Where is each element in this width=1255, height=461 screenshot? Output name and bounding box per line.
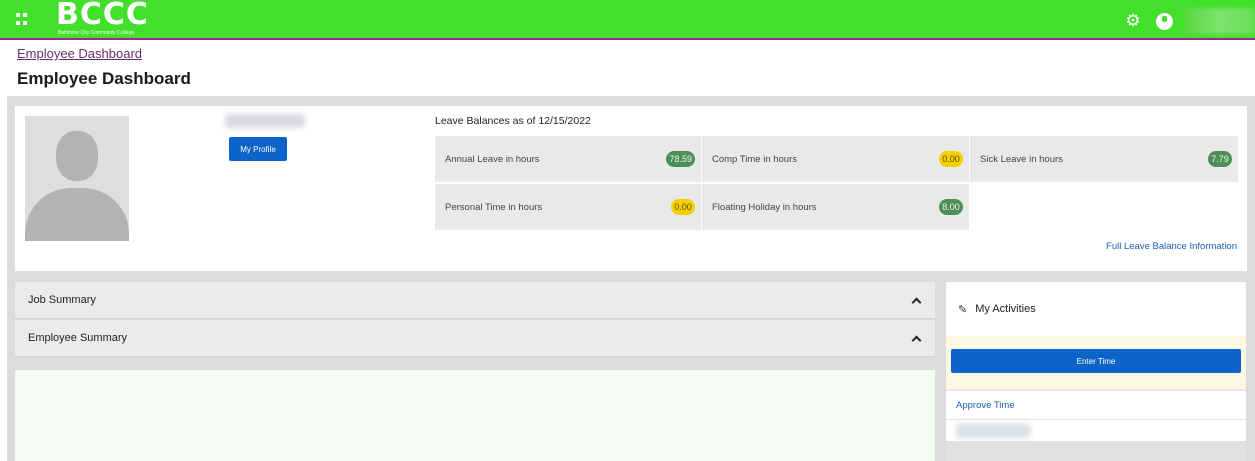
employee-summary-header[interactable]: Employee Summary [15,320,935,357]
approve-time-link[interactable]: Approve Time [946,391,1246,420]
leave-item-personal: Personal Time in hours 0.00 [435,184,701,230]
employee-name-redacted [225,114,305,128]
leave-item-label: Personal Time in hours [445,201,543,213]
breadcrumb-employee-dashboard[interactable]: Employee Dashboard [17,46,142,61]
avatar-body-shape [25,188,129,241]
leave-value-badge: 0.00 [671,199,695,215]
employee-summary-label: Employee Summary [28,332,128,344]
header-actions: ⚙ [1122,8,1255,34]
my-activities-header: ✎ My Activities [946,282,1246,336]
leave-item-sick: Sick Leave in hours 7.79 [970,136,1238,182]
avatar [25,116,129,241]
user-icon[interactable] [1156,12,1173,30]
logo-text: BCCC [56,0,149,32]
enter-time-band: Enter Time [946,336,1246,389]
main-content-pane [15,370,935,461]
my-profile-button[interactable]: My Profile [229,137,287,161]
grid-icon[interactable] [16,13,28,25]
leave-balances-title: Leave Balances as of 12/15/2022 [435,115,591,127]
leave-item-annual: Annual Leave in hours 78.59 [435,136,701,182]
my-activities-title: My Activities [975,303,1036,315]
leave-value-badge: 0.00 [939,151,963,167]
leave-balances-grid: Annual Leave in hours 78.59 Comp Time in… [435,136,1248,230]
leave-value-badge: 8.00 [939,199,963,215]
college-logo[interactable]: BCCC Baltimore City Community College [56,0,149,36]
gear-icon[interactable]: ⚙ [1122,10,1144,32]
leave-value-badge: 7.79 [1208,151,1232,167]
enter-time-button[interactable]: Enter Time [951,349,1241,373]
activities-footer [946,441,1246,461]
leave-item-comp: Comp Time in hours 0.00 [702,136,969,182]
leave-item-label: Sick Leave in hours [980,153,1063,165]
leave-value-badge: 78.59 [666,151,695,167]
summary-accordion: Job Summary Employee Summary [15,282,935,357]
full-leave-balance-link[interactable]: Full Leave Balance Information [1106,241,1237,252]
chevron-up-icon[interactable] [911,295,921,305]
leave-item-label: Annual Leave in hours [445,153,540,165]
leave-item-floating: Floating Holiday in hours 8.00 [702,184,969,230]
job-summary-header[interactable]: Job Summary [15,282,935,319]
wand-icon: ✎ [958,303,968,316]
activity-item-redacted[interactable] [956,424,1031,438]
chevron-up-icon[interactable] [911,333,921,343]
job-summary-label: Job Summary [28,294,96,306]
leave-item-label: Floating Holiday in hours [712,201,817,213]
user-name-redacted[interactable] [1185,8,1255,34]
profile-card: My Profile Leave Balances as of 12/15/20… [15,106,1247,271]
leave-item-empty [970,184,1238,230]
my-activities-panel: ✎ My Activities Enter Time Approve Time [946,282,1246,461]
top-header-bar: BCCC Baltimore City Community College ⚙ [0,0,1255,40]
leave-item-label: Comp Time in hours [712,153,798,165]
avatar-head-shape [56,131,98,181]
page-title: Employee Dashboard [17,69,191,88]
